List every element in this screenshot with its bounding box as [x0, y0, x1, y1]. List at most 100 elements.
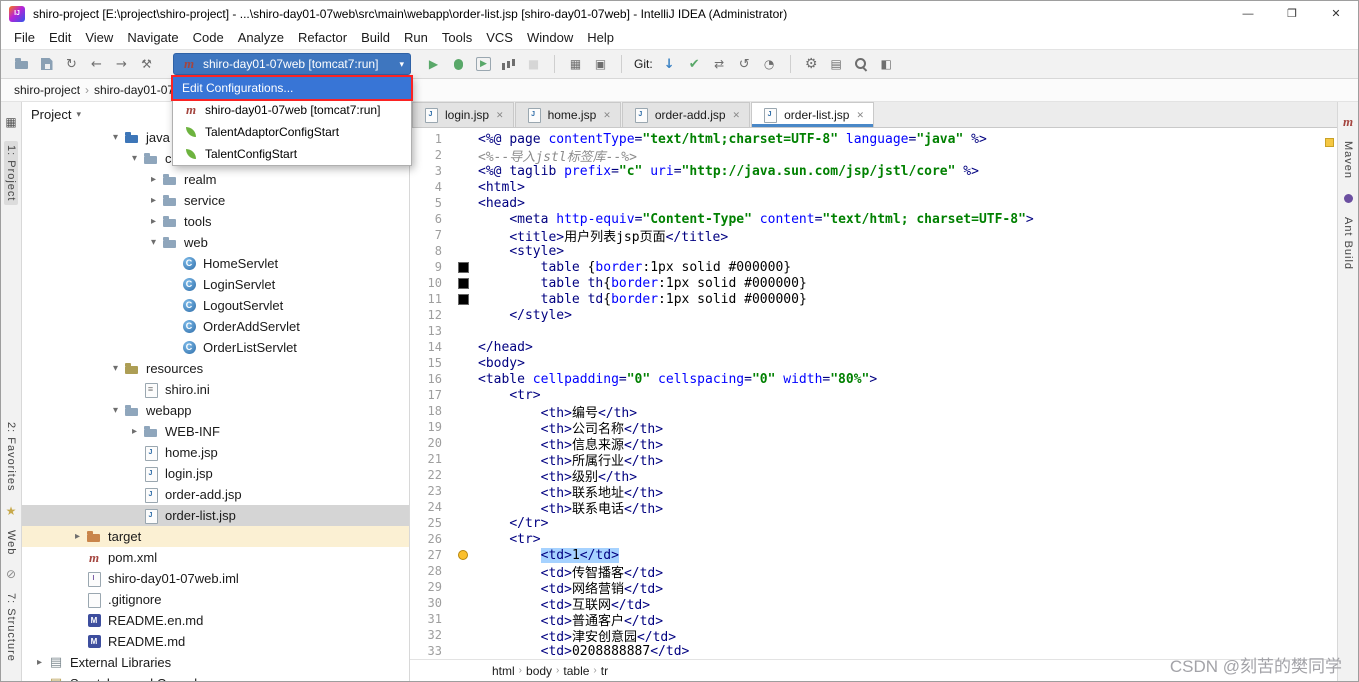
- toolwindow-ant-build[interactable]: Ant Build: [1342, 217, 1354, 270]
- tree-expand-arrow[interactable]: ▾: [146, 237, 161, 248]
- tree-item-web-inf[interactable]: ▸ WEB-INF: [22, 421, 409, 442]
- tree-item-logoutservlet[interactable]: LogoutServlet: [22, 295, 409, 316]
- tree-expand-arrow[interactable]: ▾: [127, 153, 142, 164]
- build-project-button[interactable]: [134, 52, 159, 76]
- line-number[interactable]: 21: [410, 452, 448, 466]
- code-line[interactable]: 26 <tr>: [410, 531, 1337, 547]
- breadcrumb-shiro-project[interactable]: shiro-project: [11, 81, 83, 99]
- tree-item-target[interactable]: ▸ target: [22, 526, 409, 547]
- code-line[interactable]: 8 <style>: [410, 243, 1337, 259]
- wrench-button[interactable]: [799, 52, 824, 76]
- code-line[interactable]: 15 <body>: [410, 355, 1337, 371]
- tree-expand-arrow[interactable]: ▾: [108, 132, 123, 143]
- line-number[interactable]: 31: [410, 612, 448, 626]
- code-line[interactable]: 32 <td>津安创意园</td>: [410, 627, 1337, 645]
- line-number[interactable]: 11: [410, 292, 448, 306]
- editor-breadcrumb-html[interactable]: html: [488, 664, 519, 678]
- code-area[interactable]: 1 <%@ page contentType="text/html;charset…: [410, 128, 1337, 659]
- tab-close-icon[interactable]: ✕: [733, 110, 741, 121]
- tree-item-orderaddservlet[interactable]: OrderAddServlet: [22, 316, 409, 337]
- line-number[interactable]: 29: [410, 580, 448, 594]
- line-number[interactable]: 30: [410, 596, 448, 610]
- tab-order-list-jsp[interactable]: order-list.jsp ✕: [751, 102, 874, 127]
- line-number[interactable]: 22: [410, 468, 448, 482]
- back-button[interactable]: [84, 52, 109, 76]
- line-number[interactable]: 27: [410, 548, 448, 562]
- tree-item-readme-en-md[interactable]: README.en.md: [22, 610, 409, 631]
- profiler-button[interactable]: [496, 52, 521, 76]
- window-close-button[interactable]: ✕: [1314, 1, 1358, 26]
- menu-refactor[interactable]: Refactor: [291, 27, 354, 48]
- code-line[interactable]: 7 <title>用户列表jsp页面</title>: [410, 227, 1337, 245]
- tree-item-service[interactable]: ▸ service: [22, 190, 409, 211]
- run-coverage-button[interactable]: [471, 52, 496, 76]
- code-line[interactable]: 2 <%--导入jstl标签库--%>: [410, 147, 1337, 165]
- line-number[interactable]: 13: [410, 324, 448, 338]
- line-number[interactable]: 16: [410, 372, 448, 386]
- tree-item-external-libraries[interactable]: ▸ External Libraries: [22, 652, 409, 673]
- tree-item-realm[interactable]: ▸ realm: [22, 169, 409, 190]
- line-number[interactable]: 17: [410, 388, 448, 402]
- stop-button[interactable]: [521, 52, 546, 76]
- popup-item-shiro-day01-07web-tomcat7-run[interactable]: shiro-day01-07web [tomcat7:run]: [173, 99, 411, 121]
- tree-expand-arrow[interactable]: ▾: [108, 363, 123, 374]
- tab-close-icon[interactable]: ✕: [856, 110, 864, 121]
- menu-window[interactable]: Window: [520, 27, 580, 48]
- line-number[interactable]: 15: [410, 356, 448, 370]
- window-maximize-button[interactable]: ❐: [1270, 1, 1314, 26]
- git-commit-button[interactable]: [682, 52, 707, 76]
- tree-item-shiro-ini[interactable]: shiro.ini: [22, 379, 409, 400]
- line-number[interactable]: 9: [410, 260, 448, 274]
- popup-item-talentconfigstart[interactable]: TalentConfigStart: [173, 143, 411, 165]
- popup-item-edit-configurations[interactable]: Edit Configurations...: [171, 75, 413, 101]
- line-number[interactable]: 18: [410, 404, 448, 418]
- search-everywhere-button[interactable]: [849, 52, 874, 76]
- menu-tools[interactable]: Tools: [435, 27, 479, 48]
- toolwindow-maven[interactable]: Maven: [1342, 141, 1354, 179]
- stripe-maven-icon[interactable]: [1339, 113, 1357, 131]
- stripe-ant-icon[interactable]: [1339, 189, 1357, 207]
- tab-order-add-jsp[interactable]: order-add.jsp ✕: [621, 102, 751, 127]
- tree-expand-arrow[interactable]: ▸: [32, 678, 47, 681]
- synchronize-button[interactable]: [59, 52, 84, 76]
- tab-close-icon[interactable]: ✕: [496, 110, 504, 121]
- tab-login-jsp[interactable]: login.jsp ✕: [412, 102, 514, 127]
- run-button[interactable]: [421, 52, 446, 76]
- menu-vcs[interactable]: VCS: [479, 27, 520, 48]
- tree-item-loginservlet[interactable]: LoginServlet: [22, 274, 409, 295]
- tree-item-login-jsp[interactable]: login.jsp: [22, 463, 409, 484]
- tree-expand-arrow[interactable]: ▸: [32, 657, 47, 668]
- toolwindow-web[interactable]: Web: [5, 530, 17, 555]
- stripe-slash-icon[interactable]: [2, 565, 20, 583]
- tree-item-scratches-and-consoles[interactable]: ▸ Scratches and Consoles: [22, 673, 409, 681]
- code-line[interactable]: 4 <html>: [410, 179, 1337, 195]
- editor-breadcrumb-tr[interactable]: tr: [597, 664, 612, 678]
- git-history-button[interactable]: [757, 52, 782, 76]
- line-number[interactable]: 20: [410, 436, 448, 450]
- line-number[interactable]: 26: [410, 532, 448, 546]
- git-update-button[interactable]: [657, 52, 682, 76]
- tree-item-order-add-jsp[interactable]: order-add.jsp: [22, 484, 409, 505]
- code-line[interactable]: 13: [410, 323, 1337, 339]
- line-number[interactable]: 12: [410, 308, 448, 322]
- toolwindow-1-project[interactable]: 1: Project: [4, 141, 18, 206]
- tree-item-gitignore[interactable]: .gitignore: [22, 589, 409, 610]
- forward-button[interactable]: [109, 52, 134, 76]
- code-line[interactable]: 25 </tr>: [410, 515, 1337, 531]
- tree-item-resources[interactable]: ▾ resources: [22, 358, 409, 379]
- error-stripe-marker[interactable]: [1325, 138, 1334, 147]
- line-number[interactable]: 5: [410, 196, 448, 210]
- menu-code[interactable]: Code: [186, 27, 231, 48]
- line-number[interactable]: 4: [410, 180, 448, 194]
- line-number[interactable]: 28: [410, 564, 448, 578]
- stripe-project-tool-icon[interactable]: [2, 113, 20, 131]
- save-all-button[interactable]: [34, 52, 59, 76]
- menu-navigate[interactable]: Navigate: [120, 27, 185, 48]
- tree-expand-arrow[interactable]: ▾: [108, 405, 123, 416]
- line-number[interactable]: 1: [410, 132, 448, 146]
- window-minimize-button[interactable]: —: [1226, 1, 1270, 26]
- popup-item-talentadaptorconfigstart[interactable]: TalentAdaptorConfigStart: [173, 121, 411, 143]
- menu-build[interactable]: Build: [354, 27, 397, 48]
- git-diff-button[interactable]: [707, 52, 732, 76]
- project-structure-button[interactable]: [824, 52, 849, 76]
